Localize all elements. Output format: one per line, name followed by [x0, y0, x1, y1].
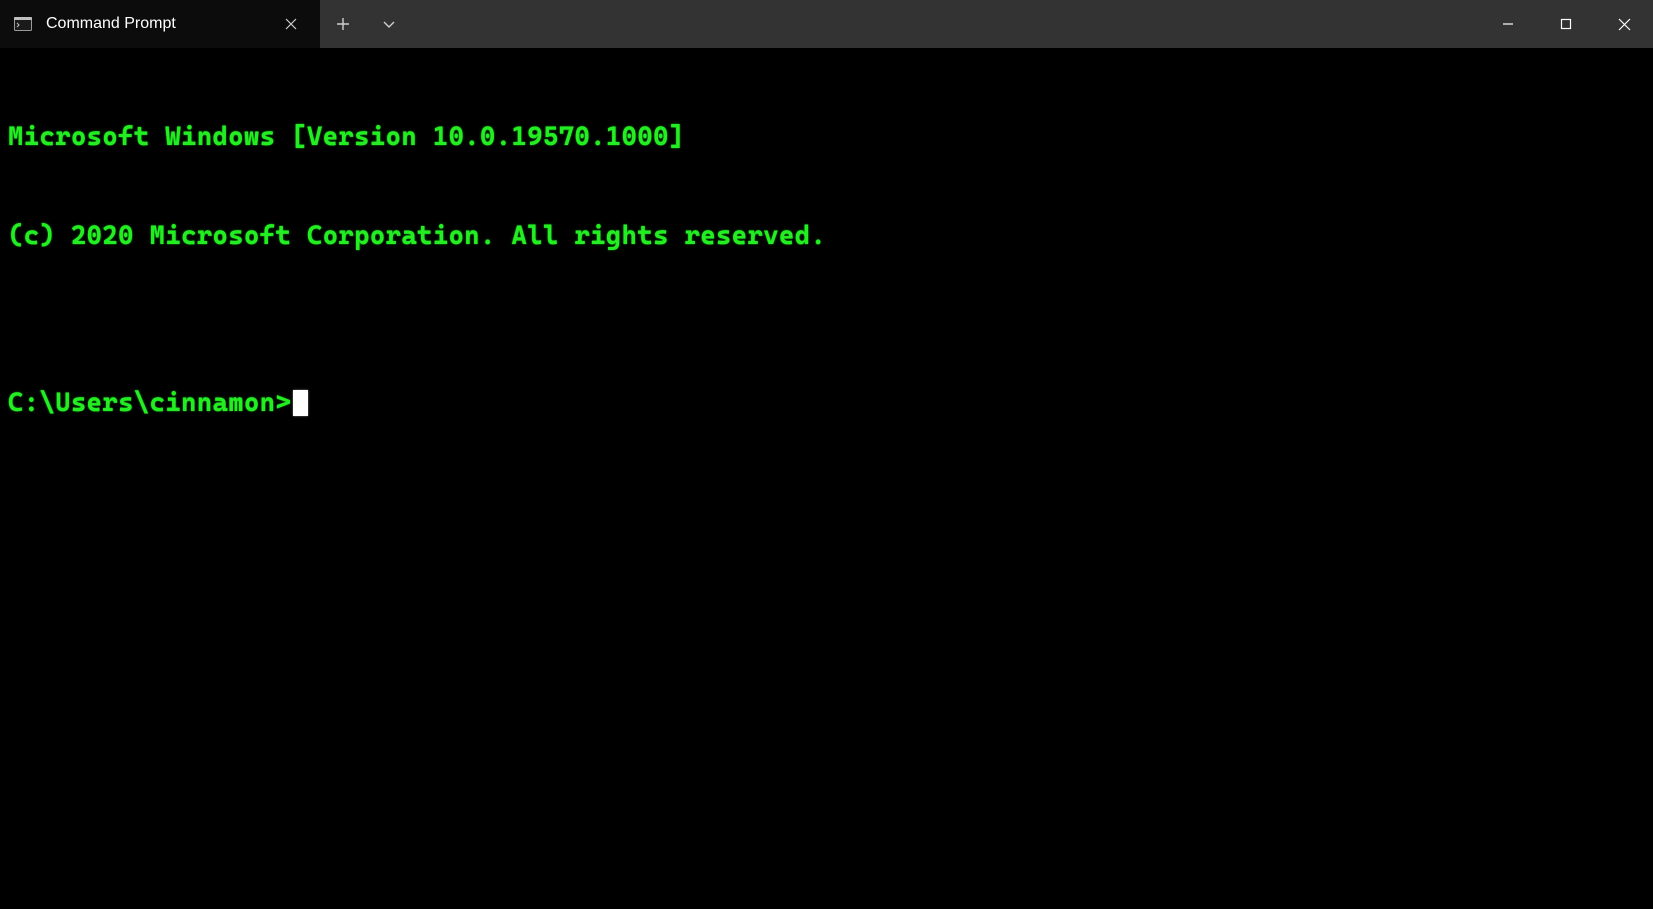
terminal-output-line: Microsoft Windows [Version 10.0.19570.10…	[8, 121, 1645, 154]
close-window-button[interactable]	[1595, 0, 1653, 48]
titlebar-drag-region[interactable]	[412, 0, 1479, 48]
terminal-prompt: C:\Users\cinnamon>	[8, 387, 291, 420]
title-bar: Command Prompt	[0, 0, 1653, 48]
tab-actions	[320, 0, 412, 48]
minimize-button[interactable]	[1479, 0, 1537, 48]
tab-command-prompt[interactable]: Command Prompt	[0, 0, 320, 48]
tab-dropdown-button[interactable]	[366, 0, 412, 48]
terminal-icon	[14, 17, 32, 31]
maximize-button[interactable]	[1537, 0, 1595, 48]
tab-title: Command Prompt	[46, 15, 222, 33]
terminal-output-line: (c) 2020 Microsoft Corporation. All righ…	[8, 220, 1645, 253]
close-tab-button[interactable]	[276, 9, 306, 39]
window-controls	[1479, 0, 1653, 48]
terminal-prompt-line: C:\Users\cinnamon>	[8, 387, 1645, 420]
terminal-pane[interactable]: Microsoft Windows [Version 10.0.19570.10…	[0, 48, 1653, 909]
new-tab-button[interactable]	[320, 0, 366, 48]
cursor-icon	[293, 390, 308, 416]
